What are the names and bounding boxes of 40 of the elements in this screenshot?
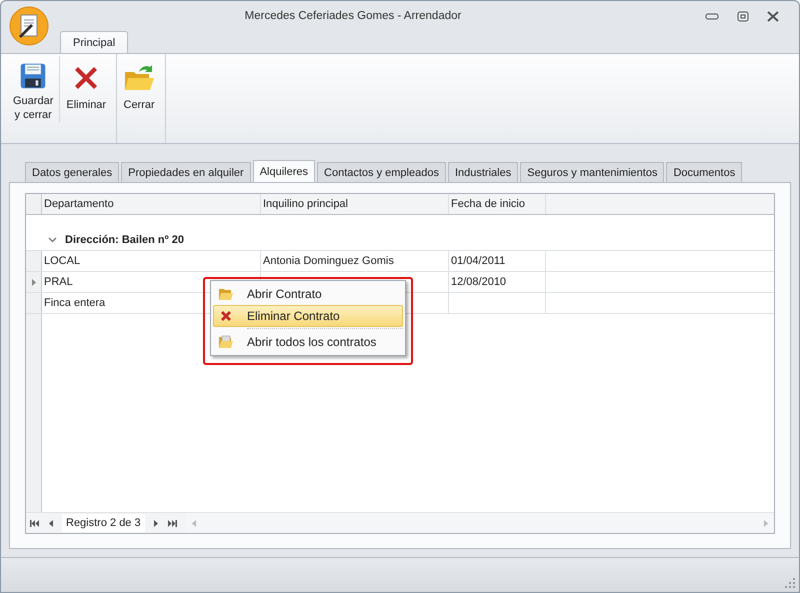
window-title: Mercedes Ceferiades Gomes - Arrendador xyxy=(244,10,462,22)
document-pen-logo-icon[interactable] xyxy=(9,6,49,46)
menu-item[interactable]: Eliminar Contrato xyxy=(213,305,403,327)
record-counter: Registro 2 de 3 xyxy=(62,514,145,532)
menu-item[interactable]: Abrir Contrato xyxy=(213,283,403,305)
first-record-icon[interactable] xyxy=(30,520,40,526)
row-pointer-icon xyxy=(32,278,36,286)
tab[interactable]: Propiedades en alquiler xyxy=(121,162,251,182)
row-indicator[interactable] xyxy=(26,272,42,292)
table-cell: 12/08/2010 xyxy=(451,276,506,288)
tab[interactable]: Alquileres xyxy=(252,160,316,183)
last-record-icon[interactable] xyxy=(166,520,177,526)
ribbon-tab[interactable]: Principal xyxy=(60,31,128,53)
folder-icon xyxy=(218,286,234,302)
tab[interactable]: Seguros y mantenimientos xyxy=(520,162,664,182)
column-header[interactable]: Departamento xyxy=(42,194,261,214)
menu-item[interactable]: Abrir todos los contratos xyxy=(213,331,403,353)
table-cell: Antonia Dominguez Gomis xyxy=(263,255,394,267)
ribbon-button[interactable]: Eliminar xyxy=(59,56,112,122)
tab[interactable]: Contactos y empleados xyxy=(317,162,446,182)
column-header[interactable]: Fecha de inicio xyxy=(449,194,546,214)
close-icon[interactable] xyxy=(767,10,779,22)
tab[interactable]: Datos generales xyxy=(25,162,120,182)
resize-grip-icon[interactable] xyxy=(785,578,795,588)
table-cell: Finca entera xyxy=(44,297,106,309)
restore-icon[interactable] xyxy=(737,10,749,22)
chevron-icon[interactable] xyxy=(48,237,57,243)
minimize-icon[interactable] xyxy=(705,12,719,20)
previous-record-icon[interactable] xyxy=(49,520,53,526)
column-header[interactable]: Inquilino principal xyxy=(261,194,449,214)
tab[interactable]: Documentos xyxy=(666,162,742,182)
tab[interactable]: Industriales xyxy=(448,162,518,182)
next-record-icon[interactable] xyxy=(154,520,158,526)
table-cell: PRAL xyxy=(44,276,73,288)
ribbon-button[interactable]: Cerrar xyxy=(117,56,162,122)
ribbon-button[interactable]: Guardar y cerrar xyxy=(7,56,60,122)
table-cell: 01/04/2011 xyxy=(451,255,506,267)
table-cell: LOCAL xyxy=(44,255,80,267)
folder-papers-icon xyxy=(218,334,234,350)
group-label: Dirección: Bailen nº 20 xyxy=(65,234,184,246)
